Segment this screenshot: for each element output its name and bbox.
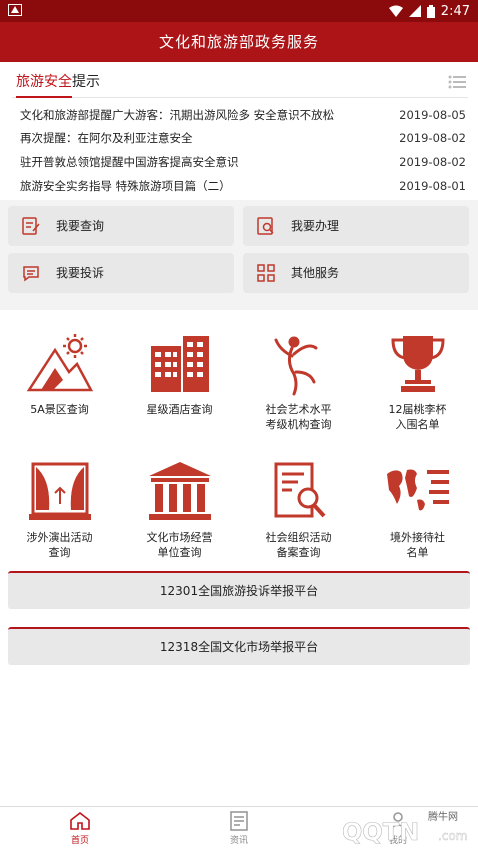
organization-filing-query[interactable]: 社会组织活动 备案查询 xyxy=(239,460,358,560)
battery-icon xyxy=(426,4,435,18)
wifi-icon xyxy=(388,5,403,17)
scenic-area-query[interactable]: 5A景区查询 xyxy=(0,332,119,417)
service-label: 名单 xyxy=(406,546,429,559)
handle-button[interactable]: 我要办理 xyxy=(243,206,469,246)
service-label: 文化市场经营 xyxy=(146,531,213,544)
notice-title-rest: 提示 xyxy=(72,74,100,90)
dancer-icon xyxy=(274,336,317,396)
service-label: 入围名单 xyxy=(395,418,440,431)
notification-icon xyxy=(8,4,22,16)
safety-notice-panel: 旅游安全提示 文化和旅游部提醒广大游客：汛期出游风险多 安全意识不放松 2019… xyxy=(0,62,478,200)
service-label: 境外接待社 xyxy=(390,531,445,544)
news-date: 2019-08-05 xyxy=(399,108,466,122)
tourism-complaint-platform-button[interactable]: 12301全国旅游投诉举报平台 xyxy=(8,571,470,609)
news-row[interactable]: 再次提醒：在阿尔及利亚注意安全 2019-08-02 xyxy=(20,127,466,149)
message-icon xyxy=(23,266,39,282)
service-label: 备案查询 xyxy=(276,546,321,559)
service-label: 单位查询 xyxy=(157,546,202,559)
market-unit-query[interactable]: 文化市场经营 单位查询 xyxy=(120,460,239,560)
news-row[interactable]: 文化和旅游部提醒广大游客：汛期出游风险多 安全意识不放松 2019-08-05 xyxy=(20,104,466,126)
institution-icon xyxy=(148,462,211,520)
hotel-query[interactable]: 星级酒店查询 xyxy=(120,332,239,417)
taoli-cup-list[interactable]: 12届桃李杯 入围名单 xyxy=(358,332,477,432)
watermark-domain: .com xyxy=(438,829,467,843)
mountain-sun-icon xyxy=(26,334,93,392)
notice-title-underline xyxy=(16,96,72,98)
foreign-performance-query[interactable]: 涉外演出活动 查询 xyxy=(0,460,119,560)
news-title: 再次提醒：在阿尔及利亚注意安全 xyxy=(20,131,193,145)
status-time: 2:47 xyxy=(440,3,470,19)
news-title: 旅游安全实务指导 特殊旅游项目篇（二） xyxy=(20,179,231,193)
news-date: 2019-08-02 xyxy=(399,155,466,169)
search-document-icon xyxy=(257,217,274,235)
art-exam-query[interactable]: 社会艺术水平 考级机构查询 xyxy=(239,332,358,432)
news-icon xyxy=(230,811,248,831)
culture-market-platform-button[interactable]: 12318全国文化市场举报平台 xyxy=(8,627,470,665)
news-date: 2019-08-02 xyxy=(399,131,466,145)
status-right: 2:47 xyxy=(388,2,470,20)
watermark: QQTN 腾牛网 .com xyxy=(302,806,472,849)
query-button-label: 我要查询 xyxy=(56,219,105,233)
service-label: 涉外演出活动 xyxy=(26,531,93,544)
news-row[interactable]: 驻开普敦总领馆提醒中国游客提高安全意识 2019-08-02 xyxy=(20,151,466,173)
home-icon xyxy=(70,811,90,830)
tab-news-label: 资讯 xyxy=(229,836,248,846)
notice-title: 旅游安全提示 xyxy=(16,72,100,98)
service-label: 5A景区查询 xyxy=(30,403,89,416)
service-label: 12届桃李杯 xyxy=(388,403,447,416)
building-icon xyxy=(150,336,209,392)
tab-news[interactable]: 资讯 xyxy=(209,811,269,846)
trophy-icon xyxy=(390,336,445,392)
service-label: 社会艺术水平 xyxy=(265,403,332,416)
news-title: 驻开普敦总领馆提醒中国游客提高安全意识 xyxy=(20,155,239,169)
edit-list-icon xyxy=(22,217,40,235)
other-services-button[interactable]: 其他服务 xyxy=(243,253,469,293)
news-title: 文化和旅游部提醒广大游客：汛期出游风险多 安全意识不放松 xyxy=(20,108,335,122)
news-row[interactable]: 旅游安全实务指导 特殊旅游项目篇（二） 2019-08-01 xyxy=(20,175,466,197)
watermark-sub: 腾牛网 xyxy=(428,810,458,823)
quick-actions: 我要查询 我要办理 我要投诉 其他服务 xyxy=(0,200,478,310)
notice-header: 旅游安全提示 xyxy=(12,68,468,98)
stage-curtain-icon xyxy=(28,462,91,520)
news-date: 2019-08-01 xyxy=(399,179,466,193)
service-label: 考级机构查询 xyxy=(265,418,332,431)
watermark-logo: QQTN 腾牛网 .com xyxy=(304,810,468,846)
tab-home-label: 首页 xyxy=(70,836,89,846)
service-label: 社会组织活动 xyxy=(265,531,332,544)
service-label: 查询 xyxy=(48,546,71,559)
watermark-brand: QQTN xyxy=(342,818,419,846)
signal-icon xyxy=(408,5,421,17)
complaint-button[interactable]: 我要投诉 xyxy=(8,253,234,293)
complaint-button-label: 我要投诉 xyxy=(56,266,105,280)
status-bar: 2:47 xyxy=(0,0,478,22)
world-map-list-icon xyxy=(386,469,449,511)
app-title: 文化和旅游部政务服务 xyxy=(0,22,478,62)
service-grid: 5A景区查询 星级酒店查询 社会艺术水平 考级机构查询 12届桃李杯 入围名单 … xyxy=(0,310,478,572)
grid-icon xyxy=(257,264,275,282)
handle-button-label: 我要办理 xyxy=(291,219,340,233)
notice-title-highlight: 旅游安全 xyxy=(16,74,72,90)
other-services-button-label: 其他服务 xyxy=(291,266,340,280)
document-search-icon xyxy=(274,462,325,518)
list-menu-icon[interactable] xyxy=(448,74,466,90)
tab-home[interactable]: 首页 xyxy=(50,811,110,846)
query-button[interactable]: 我要查询 xyxy=(8,206,234,246)
service-label: 星级酒店查询 xyxy=(146,403,213,416)
overseas-agency-list[interactable]: 境外接待社 名单 xyxy=(358,460,477,560)
